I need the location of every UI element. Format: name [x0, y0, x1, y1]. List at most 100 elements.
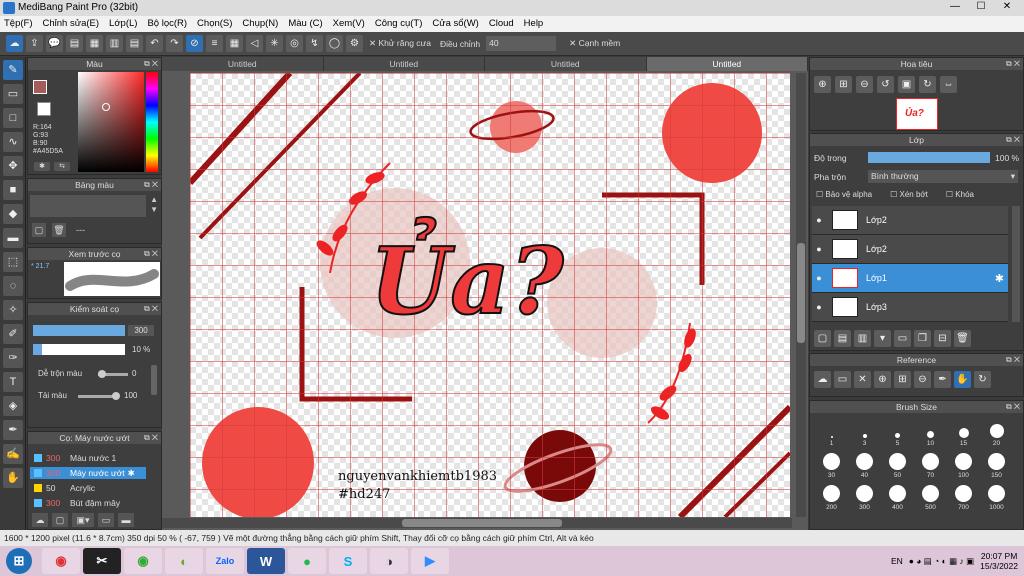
layer-settings-gear-icon[interactable]: ✱ [995, 272, 1004, 285]
new-halftone-layer-icon[interactable]: ▤ [834, 330, 851, 347]
dot-tool-icon[interactable]: ∿ [3, 132, 23, 152]
cloud-icon[interactable]: ☁ [6, 35, 23, 52]
redo-icon[interactable]: ↷ [166, 35, 183, 52]
new-8bit-layer-icon[interactable]: ▥ [854, 330, 871, 347]
word-icon[interactable]: W [247, 548, 285, 574]
layer-row[interactable]: ● Lớp2 [812, 206, 1008, 235]
layer-row[interactable]: ● Lớp3 [812, 293, 1008, 322]
navigator-thumbnail[interactable]: Ủa? [896, 98, 938, 130]
brush-list-item[interactable]: 300 Màu nước 1 [30, 452, 146, 464]
brush-size-slider[interactable] [33, 325, 125, 336]
brush-list-item[interactable]: 300 Bút đậm mây [30, 497, 146, 509]
chrome-icon[interactable]: ◉ [42, 548, 80, 574]
layer-visibility-icon[interactable]: ● [812, 302, 826, 312]
zoom-fit-icon[interactable]: ⊞ [835, 76, 852, 93]
lock-checkbox[interactable]: ☐ Khóa [946, 190, 974, 199]
menu-cloud[interactable]: Cloud [489, 16, 514, 32]
skype-icon[interactable]: S [329, 548, 367, 574]
brush-folder-icon[interactable]: ▭ [98, 513, 114, 527]
rotate-left-icon[interactable]: ↺ [877, 76, 894, 93]
select-eraser-tool-icon[interactable]: ✑ [3, 348, 23, 368]
clipping-checkbox[interactable]: ☐ Xén bớt [890, 190, 928, 199]
gradient-tool-icon[interactable]: ▬ [3, 228, 23, 248]
snap-parallel-icon[interactable]: ≡ [206, 35, 223, 52]
brush-size-value[interactable]: 300 [128, 325, 154, 336]
hand-tool-icon[interactable]: ✋ [3, 468, 23, 488]
flip-icon[interactable]: ⇔ [940, 76, 957, 93]
new-layer-icon[interactable]: ▢ [814, 330, 831, 347]
brush-size-option[interactable]: 400 [882, 481, 913, 511]
reset-view-icon[interactable]: ▣ [898, 76, 915, 93]
menu-edit[interactable]: Chỉnh sửa(E) [43, 16, 100, 32]
menu-select[interactable]: Chọn(S) [197, 16, 232, 32]
fill-tool-icon[interactable]: ■ [3, 180, 23, 200]
brush-size-option[interactable]: 20 [981, 417, 1012, 447]
tab-untitled-1[interactable]: Untitled [162, 57, 324, 71]
brush-menu-icon[interactable]: ▣▾ [72, 513, 94, 527]
brush-settings-gear-icon[interactable]: ✱ [128, 468, 135, 479]
share-icon[interactable]: ⇪ [26, 35, 43, 52]
reference-open-icon[interactable]: ▭ [834, 371, 851, 388]
delete-layer-icon[interactable]: 🗑 [954, 330, 971, 347]
soft-edge-checkbox[interactable]: ✕ Cạnh mềm [569, 38, 620, 49]
menu-file[interactable]: Tệp(F) [4, 16, 33, 32]
capcut-icon[interactable]: ✂ [83, 548, 121, 574]
rectangle-tool-icon[interactable]: □ [3, 108, 23, 128]
zoom-in-icon[interactable]: ⊕ [814, 76, 831, 93]
delete-palette-icon[interactable]: 🗑 [52, 223, 66, 237]
reference-close-icon[interactable]: ✕ [854, 371, 871, 388]
coccoc-icon[interactable]: ◐ [165, 548, 203, 574]
brush-size-option[interactable]: 1000 [981, 481, 1012, 511]
tab-untitled-3[interactable]: Untitled [485, 57, 647, 71]
chrome-alt-icon[interactable]: ◉ [124, 548, 162, 574]
brush-control-scrollbar[interactable] [151, 365, 157, 395]
brush-size-option[interactable]: 300 [849, 481, 880, 511]
spotify-icon[interactable]: ● [288, 548, 326, 574]
color-picker-square[interactable] [78, 72, 144, 172]
select-tool-icon[interactable]: ⬚ [3, 252, 23, 272]
horizontal-scroll-thumb[interactable] [402, 519, 562, 527]
reference-rotate-icon[interactable]: ↻ [974, 371, 991, 388]
text-grid-icon[interactable]: ▤ [126, 35, 143, 52]
bucket-tool-icon[interactable]: ◆ [3, 204, 23, 224]
layer-visibility-icon[interactable]: ● [812, 244, 826, 254]
duplicate-layer-icon[interactable]: ❐ [914, 330, 931, 347]
layer-opacity-slider[interactable] [868, 152, 990, 163]
palette-area[interactable] [30, 195, 146, 217]
tray-icons[interactable]: ● ◕ ▤ ◔ ◐ ▦ ♪ ▣ [909, 556, 974, 567]
brush-size-option[interactable]: 1 [816, 417, 847, 447]
zalo-icon[interactable]: Zalo [206, 548, 244, 574]
brush-size-option[interactable]: 5 [882, 417, 913, 447]
layer-row[interactable]: ● Lớp2 [812, 235, 1008, 264]
brush-size-option[interactable]: 30 [816, 449, 847, 479]
brush-delete-icon[interactable]: ▬ [118, 513, 134, 527]
layer-row-selected[interactable]: ● Lớp1 ✱ [812, 264, 1008, 293]
reference-eyedropper-icon[interactable]: ✒ [934, 371, 951, 388]
grid-settings-icon[interactable]: ▥ [106, 35, 123, 52]
brush-size-option[interactable]: 700 [948, 481, 979, 511]
text-tool-icon[interactable]: T [3, 372, 23, 392]
rotate-right-icon[interactable]: ↻ [919, 76, 936, 93]
reference-zoom-in-icon[interactable]: ⊕ [874, 371, 891, 388]
snap-curve-icon[interactable]: ↯ [306, 35, 323, 52]
layer-blend-dropdown[interactable]: Bình thường ▾ [868, 170, 1018, 183]
layer-visibility-icon[interactable]: ● [812, 215, 826, 225]
merge-layer-icon[interactable]: ⊟ [934, 330, 951, 347]
menu-snap[interactable]: Chụp(N) [242, 16, 278, 32]
zoom-icon[interactable]: ▶ [411, 548, 449, 574]
brush-size-option[interactable]: 100 [948, 449, 979, 479]
adjust-dropdown[interactable]: 40 [486, 36, 557, 51]
menu-layer[interactable]: Lớp(L) [109, 16, 137, 32]
brush-opacity-slider[interactable] [33, 344, 125, 355]
brush-size-option[interactable]: 3 [849, 417, 880, 447]
antialias-checkbox[interactable]: ✕ Khử răng cưa [369, 38, 431, 49]
color-picker-cursor[interactable] [102, 103, 110, 111]
menu-view[interactable]: Xem(V) [333, 16, 365, 32]
brush-cloud-icon[interactable]: ☁ [32, 513, 48, 527]
snap-settings-icon[interactable]: ⚙ [346, 35, 363, 52]
close-button[interactable]: ✕ [994, 0, 1020, 14]
vertical-scrollbar[interactable] [796, 73, 806, 517]
secondary-color-swatch[interactable] [37, 102, 51, 116]
lasso-tool-icon[interactable]: ◌ [3, 276, 23, 296]
move-tool-icon[interactable]: ✥ [3, 156, 23, 176]
